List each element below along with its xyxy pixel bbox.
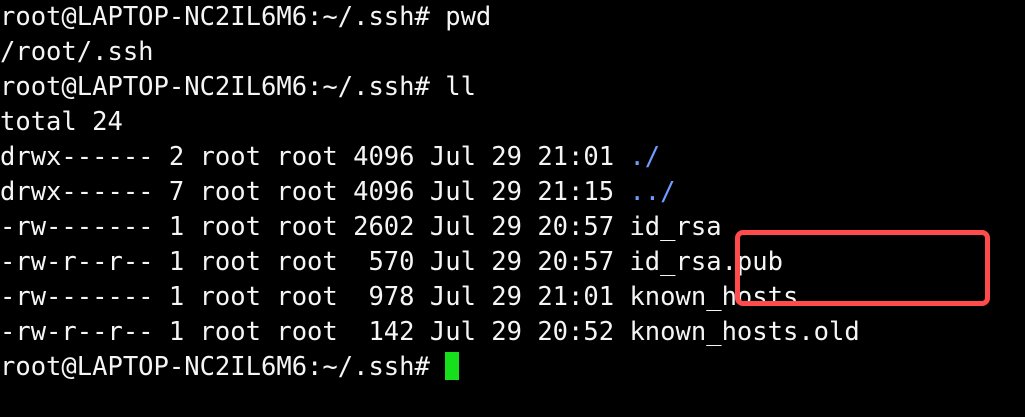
text-cursor — [445, 352, 460, 380]
prompt-line-current[interactable]: root@LAPTOP-NC2IL6M6:~/.ssh# — [0, 350, 460, 385]
prompt-line-ll: root@LAPTOP-NC2IL6M6:~/.ssh# ll — [0, 72, 476, 102]
directory-name-parent: ../ — [629, 177, 676, 207]
file-name-id-rsa-pub: id_rsa.pub — [629, 247, 783, 277]
listing-row: drwx------ 2 root root 4096 Jul 29 21:01… — [0, 140, 660, 175]
output-line-path: /root/.ssh — [0, 37, 154, 67]
file-name-known-hosts-old: known_hosts.old — [629, 317, 860, 347]
terminal-window[interactable]: root@LAPTOP-NC2IL6M6:~/.ssh# pwd /root/.… — [0, 0, 1025, 417]
listing-row-details: -rw------- 1 root root 2602 Jul 29 20:57 — [0, 212, 630, 242]
listing-row-details: drwx------ 7 root root 4096 Jul 29 21:15 — [0, 177, 630, 207]
listing-row: -rw------- 1 root root 2602 Jul 29 20:57… — [0, 210, 722, 245]
prompt-line-pwd: root@LAPTOP-NC2IL6M6:~/.ssh# pwd — [0, 2, 492, 32]
directory-name-current: ./ — [629, 142, 661, 172]
file-name-known-hosts: known_hosts — [629, 282, 799, 312]
listing-row-details: -rw-r--r-- 1 root root 142 Jul 29 20:52 — [0, 317, 630, 347]
file-name-id-rsa: id_rsa — [629, 212, 722, 242]
listing-row: -rw-r--r-- 1 root root 142 Jul 29 20:52 … — [0, 315, 860, 350]
listing-row-details: drwx------ 2 root root 4096 Jul 29 21:01 — [0, 142, 630, 172]
listing-row: -rw------- 1 root root 978 Jul 29 21:01 … — [0, 280, 798, 315]
listing-row: -rw-r--r-- 1 root root 570 Jul 29 20:57 … — [0, 245, 783, 280]
output-line-total: total 24 — [0, 107, 123, 137]
prompt-text: root@LAPTOP-NC2IL6M6:~/.ssh# — [0, 352, 446, 382]
listing-row: drwx------ 7 root root 4096 Jul 29 21:15… — [0, 175, 676, 210]
listing-row-details: -rw------- 1 root root 978 Jul 29 21:01 — [0, 282, 630, 312]
listing-row-details: -rw-r--r-- 1 root root 570 Jul 29 20:57 — [0, 247, 630, 277]
